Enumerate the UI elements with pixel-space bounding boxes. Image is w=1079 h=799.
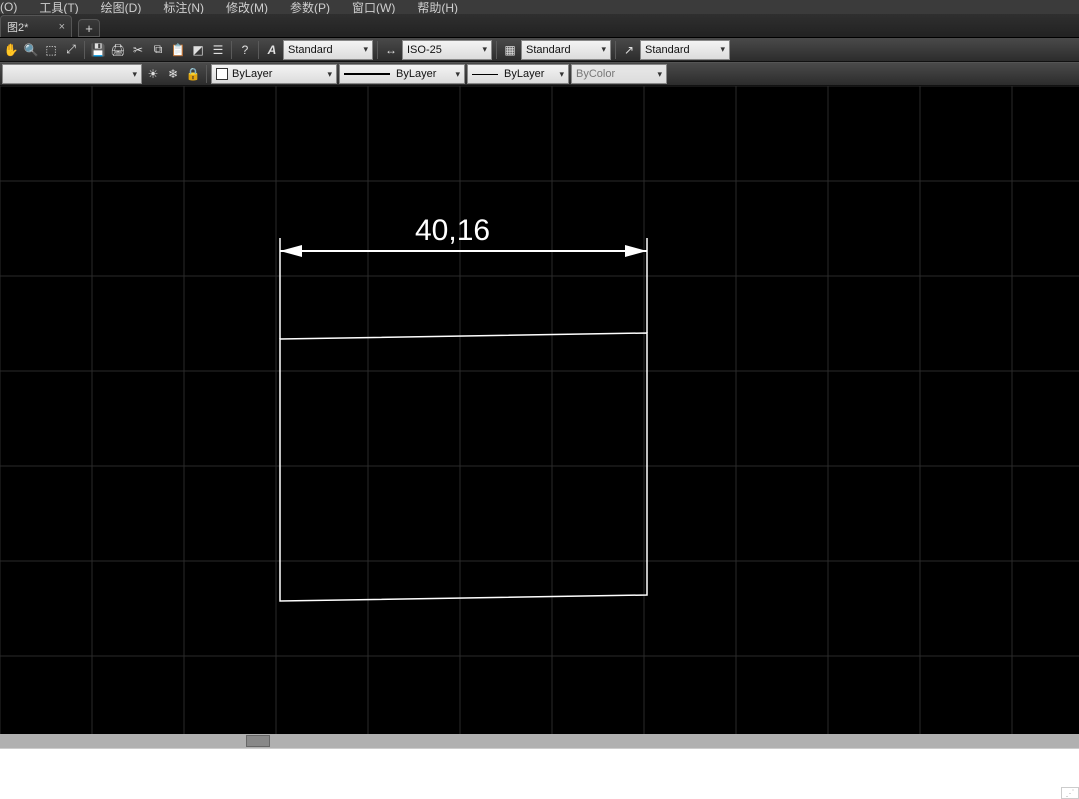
- layer-freeze-icon[interactable]: ❄: [164, 65, 182, 83]
- toolbar-separator: [258, 41, 259, 59]
- grid: [0, 86, 1079, 734]
- menu-item-tools[interactable]: 工具(T): [39, 0, 78, 14]
- layer-dropdown[interactable]: ▾: [2, 64, 142, 84]
- toolbar-separator: [231, 41, 232, 59]
- chevron-down-icon: ▾: [601, 44, 606, 55]
- horizontal-scrollbar[interactable]: [0, 734, 1079, 748]
- toolbar-primary: ✋ 🔍 ⬚ ⤢ 💾 🖨 ✂ ⧉ 📋 ◩ ☰ ? A Standard ▾ ↔ I…: [0, 38, 1079, 62]
- zoom-extent-icon[interactable]: ⤢: [62, 41, 80, 59]
- menu-item-help[interactable]: 帮助(H): [417, 0, 458, 14]
- resize-grip-icon[interactable]: ⋰: [1061, 787, 1079, 799]
- linetype-dropdown[interactable]: ByLayer ▾: [339, 64, 465, 84]
- menu-item-window[interactable]: 窗口(W): [352, 0, 395, 14]
- chevron-down-icon: ▾: [559, 69, 564, 80]
- multileader-style-dropdown[interactable]: Standard ▾: [640, 40, 730, 60]
- paste-icon[interactable]: 📋: [169, 41, 187, 59]
- menu-item-modify[interactable]: 修改(M): [226, 0, 268, 14]
- chevron-down-icon: ▾: [363, 44, 368, 55]
- menu-item-draw[interactable]: 绘图(D): [101, 0, 142, 14]
- document-tab-active[interactable]: 图2* ×: [0, 15, 72, 37]
- linetype-value: ByLayer: [396, 68, 436, 80]
- toolbar-separator: [84, 41, 85, 59]
- help-icon[interactable]: ?: [236, 41, 254, 59]
- zoom-icon[interactable]: 🔍: [22, 41, 40, 59]
- cut-icon[interactable]: ✂: [129, 41, 147, 59]
- dimension-arrow-left-icon: [280, 245, 302, 257]
- print-icon[interactable]: 🖨: [109, 41, 127, 59]
- text-style-value: Standard: [288, 44, 333, 56]
- toolbar-separator: [615, 41, 616, 59]
- dimension-text: 40,16: [415, 214, 490, 248]
- layer-lock-icon[interactable]: 🔒: [184, 65, 202, 83]
- chevron-down-icon: ▾: [455, 69, 460, 80]
- menu-item-params[interactable]: 参数(P): [290, 0, 330, 14]
- toolbar-properties: ▾ ☀ ❄ 🔒 ByLayer ▾ ByLayer ▾ ByLayer ▾ By…: [0, 62, 1079, 86]
- close-tab-icon[interactable]: ×: [59, 21, 65, 33]
- match-icon[interactable]: ◩: [189, 41, 207, 59]
- menu-item-o[interactable]: (O): [0, 0, 17, 14]
- layer-state-icon[interactable]: ☀: [144, 65, 162, 83]
- menu-bar: (O) 工具(T) 绘图(D) 标注(N) 修改(M) 参数(P) 窗口(W) …: [0, 0, 1079, 14]
- lineweight-preview-icon: [472, 74, 498, 75]
- dimension-style-dropdown[interactable]: ISO-25 ▾: [402, 40, 492, 60]
- table-style-dropdown[interactable]: Standard ▾: [521, 40, 611, 60]
- lineweight-dropdown[interactable]: ByLayer ▾: [467, 64, 569, 84]
- zoom-window-icon[interactable]: ⬚: [42, 41, 60, 59]
- scrollbar-thumb[interactable]: [246, 735, 270, 747]
- document-tab-bar: 图2* × +: [0, 14, 1079, 38]
- toolbar-separator: [496, 41, 497, 59]
- text-style-dropdown[interactable]: Standard ▾: [283, 40, 373, 60]
- new-tab-button[interactable]: +: [78, 19, 100, 37]
- chevron-down-icon: ▾: [327, 69, 332, 80]
- plot-style-value: ByColor: [576, 68, 615, 80]
- color-value: ByLayer: [232, 68, 272, 80]
- toolbar-separator: [206, 65, 207, 83]
- text-style-icon[interactable]: A: [263, 41, 281, 59]
- color-swatch-icon: [216, 68, 228, 80]
- dimension-style-value: ISO-25: [407, 44, 442, 56]
- plot-style-dropdown[interactable]: ByColor ▾: [571, 64, 667, 84]
- linetype-preview-icon: [344, 73, 390, 75]
- bottom-panel: ⋰: [0, 748, 1079, 799]
- table-style-value: Standard: [526, 44, 571, 56]
- menu-item-dimension[interactable]: 标注(N): [163, 0, 204, 14]
- properties-icon[interactable]: ☰: [209, 41, 227, 59]
- drawing-canvas: [0, 86, 1079, 734]
- drawing-area[interactable]: 40,16: [0, 86, 1079, 734]
- copy-icon[interactable]: ⧉: [149, 41, 167, 59]
- save-icon[interactable]: 💾: [89, 41, 107, 59]
- document-tab-label: 图2*: [7, 19, 28, 35]
- multileader-style-icon[interactable]: ↗: [620, 41, 638, 59]
- table-style-icon[interactable]: ▦: [501, 41, 519, 59]
- lineweight-value: ByLayer: [504, 68, 544, 80]
- color-dropdown[interactable]: ByLayer ▾: [211, 64, 337, 84]
- chevron-down-icon: ▾: [720, 44, 725, 55]
- dimension-style-icon[interactable]: ↔: [382, 41, 400, 59]
- multileader-style-value: Standard: [645, 44, 690, 56]
- chevron-down-icon: ▾: [132, 69, 137, 80]
- chevron-down-icon: ▾: [657, 69, 662, 80]
- pan-icon[interactable]: ✋: [2, 41, 20, 59]
- toolbar-separator: [377, 41, 378, 59]
- chevron-down-icon: ▾: [482, 44, 487, 55]
